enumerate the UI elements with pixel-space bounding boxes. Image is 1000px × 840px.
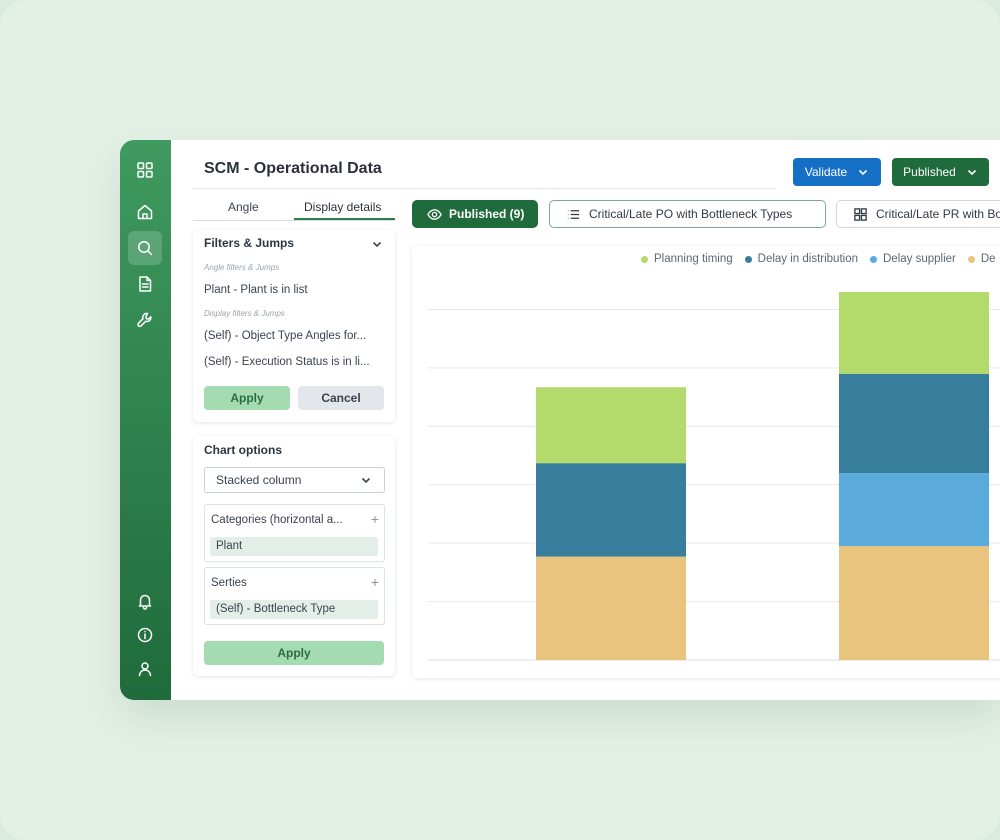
categories-label: Categories (horizontal a... — [211, 514, 343, 526]
chart-options-heading: Chart options — [204, 443, 282, 457]
filters-apply-button[interactable]: Apply — [204, 386, 290, 410]
bar-segment[interactable] — [536, 387, 686, 464]
bell-icon[interactable] — [128, 584, 162, 618]
document-icon[interactable] — [128, 267, 162, 301]
display-tab-po-label: Critical/Late PO with Bottleneck Types — [589, 207, 793, 221]
active-tab-indicator — [294, 218, 395, 220]
app-window: SCM - Operational Data Validate Publishe… — [120, 140, 1000, 700]
series-chip[interactable]: (Self) - Bottleneck Type — [210, 600, 378, 619]
chart-options-apply-button[interactable]: Apply — [204, 641, 384, 665]
search-icon[interactable] — [128, 231, 162, 265]
category-chip-label: Plant — [216, 540, 243, 552]
user-icon[interactable] — [128, 652, 162, 686]
filters-cancel-button[interactable]: Cancel — [298, 386, 384, 410]
bar-segment[interactable] — [839, 473, 989, 547]
categories-slot: Categories (horizontal a... + Plant — [204, 504, 385, 562]
home-icon[interactable] — [128, 195, 162, 229]
display-tab-pr-label: Critical/Late PR with Bott — [876, 207, 1000, 221]
wrench-icon[interactable] — [128, 303, 162, 337]
bar-segment[interactable] — [839, 292, 989, 374]
published-count-pill[interactable]: Published (9) — [412, 200, 538, 228]
category-chip[interactable]: Plant — [210, 537, 378, 556]
chevron-down-icon — [360, 474, 372, 486]
bar-segment[interactable] — [536, 556, 686, 660]
display-filter-row[interactable]: (Self) - Object Type Angles for... — [204, 330, 386, 342]
add-category-icon[interactable]: + — [371, 511, 379, 527]
page-title: SCM - Operational Data — [204, 160, 382, 177]
list-icon — [566, 207, 581, 222]
display-filter-row[interactable]: (Self) - Execution Status is in li... — [204, 356, 386, 368]
grid-icon — [853, 207, 868, 222]
validate-button-label: Validate — [804, 165, 848, 179]
series-slot: Serties + (Self) - Bottleneck Type — [204, 567, 385, 625]
add-series-icon[interactable]: + — [371, 574, 379, 590]
chevron-down-icon — [857, 166, 869, 178]
tab-display-details[interactable]: Display details — [304, 200, 381, 214]
series-chip-label: (Self) - Bottleneck Type — [216, 603, 336, 615]
bar-segment[interactable] — [839, 546, 989, 660]
chart-type-value: Stacked column — [216, 473, 302, 487]
bar-segment[interactable] — [536, 463, 686, 557]
eye-icon — [427, 207, 442, 222]
left-panel-tabs: Angle Display details — [193, 196, 395, 221]
angle-filters-caption: Angle filters & Jumps — [204, 263, 280, 272]
nav-rail — [120, 140, 171, 700]
apps-grid-icon[interactable] — [128, 153, 162, 187]
series-label: Serties — [211, 577, 247, 589]
bar-segment[interactable] — [839, 373, 989, 474]
chevron-down-icon[interactable] — [371, 238, 383, 250]
display-filters-caption: Display filters & Jumps — [204, 309, 285, 318]
title-divider — [192, 188, 776, 189]
chevron-down-icon — [966, 166, 978, 178]
chart-options-panel: Chart options Stacked column Categories … — [193, 436, 395, 676]
validate-button[interactable]: Validate — [793, 158, 881, 186]
filters-panel: Filters & Jumps Angle filters & Jumps Pl… — [193, 230, 395, 422]
display-tab-pr[interactable]: Critical/Late PR with Bott — [836, 200, 1000, 228]
chart-type-select[interactable]: Stacked column — [204, 467, 385, 493]
published-count-label: Published (9) — [449, 207, 525, 221]
info-icon[interactable] — [128, 618, 162, 652]
chart-card: Planning timing Delay in distribution Dela… — [412, 246, 1000, 678]
filters-heading: Filters & Jumps — [204, 236, 295, 250]
stacked-column-chart — [428, 292, 1000, 661]
published-button[interactable]: Published — [892, 158, 989, 186]
published-button-label: Published — [903, 165, 956, 179]
tab-angle[interactable]: Angle — [228, 200, 259, 214]
display-tab-po[interactable]: Critical/Late PO with Bottleneck Types — [549, 200, 826, 228]
angle-filter-row[interactable]: Plant - Plant is in list — [204, 284, 386, 296]
